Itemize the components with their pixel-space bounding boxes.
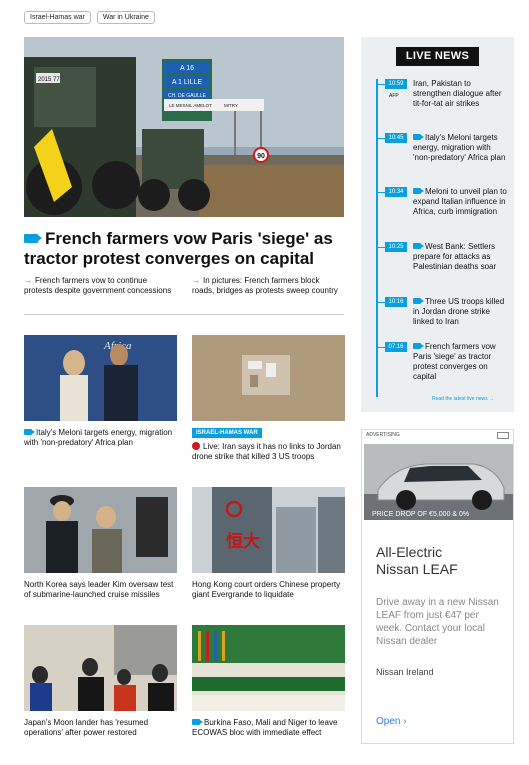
read-more-live-link[interactable]: Read the latest live news → <box>432 396 494 402</box>
sign-exit-mesnil: LE MESNIL AMELOT <box>169 103 212 108</box>
related-link-2[interactable]: → In pictures: French farmers block roads… <box>192 276 342 296</box>
tag-israel-hamas-war[interactable]: Israel-Hamas war <box>24 11 91 24</box>
video-icon <box>24 234 42 243</box>
story-caption[interactable]: Live: Iran says it has no links to Jorda… <box>192 442 345 462</box>
related-link-2-text: In pictures: French farmers block roads,… <box>192 276 338 295</box>
video-icon <box>413 134 424 140</box>
ad-open-button[interactable]: Open › <box>376 716 407 727</box>
advertisement[interactable]: ADVERTISING PRICE DROP OF €5,000 & 0% FI… <box>361 429 514 744</box>
arrow-right-icon: → <box>24 276 32 285</box>
live-news-panel: LIVE NEWS 10:59 AFP Iran, Pakistan to st… <box>361 37 514 412</box>
live-news-heading[interactable]: LIVE NEWS <box>396 47 479 66</box>
live-news-time: 07:16 <box>385 342 407 352</box>
story-caption[interactable]: Japan's Moon lander has 'resumed operati… <box>24 718 177 738</box>
evergrande-logo-text: 恒大 <box>226 531 260 552</box>
live-news-text[interactable]: Iran, Pakistan to strengthen dialogue af… <box>413 79 508 109</box>
story-card-moon-lander[interactable]: Japan's Moon lander has 'resumed operati… <box>24 625 177 738</box>
video-icon <box>24 429 35 435</box>
sign-cdg: CH. DE GAULLE <box>168 93 207 99</box>
sign-lille: A 1 LILLE <box>172 79 203 86</box>
live-news-text-label: Italy's Meloni targets energy, migration… <box>413 133 506 162</box>
timeline-connector <box>377 347 385 348</box>
live-news-text[interactable]: French farmers vow Paris 'siege' as trac… <box>413 342 508 382</box>
timeline-connector <box>377 84 385 85</box>
live-news-text-label: West Bank: Settlers prepare for attacks … <box>413 242 497 271</box>
desert-base-photo <box>192 335 345 421</box>
meloni-photo: Africa <box>24 335 177 421</box>
story-card-ecowas[interactable]: Burkina Faso, Mali and Niger to leave EC… <box>192 625 345 738</box>
ad-advertiser: Nissan Ireland <box>376 667 434 677</box>
story-caption-text: Live: Iran says it has no links to Jorda… <box>192 442 341 461</box>
live-news-text-label: Meloni to unveil plan to expand Italian … <box>413 187 507 216</box>
story-caption[interactable]: North Korea says leader Kim oversaw test… <box>24 580 177 600</box>
timeline-connector <box>377 138 385 139</box>
tag-war-in-ukraine[interactable]: War in Ukraine <box>96 11 155 24</box>
story-image[interactable]: Africa <box>24 335 177 421</box>
story-image[interactable]: 恒大 <box>192 487 345 573</box>
story-image[interactable] <box>24 625 177 711</box>
hero-image[interactable]: A 16 A 1 LILLE CH. DE GAULLE LE MESNIL A… <box>24 37 344 217</box>
timeline-line <box>376 79 378 397</box>
jaxa-press-photo <box>24 625 177 711</box>
live-news-text[interactable]: Italy's Meloni targets energy, migration… <box>413 133 508 163</box>
live-news-text[interactable]: Meloni to unveil plan to expand Italian … <box>413 187 508 217</box>
video-icon <box>413 343 424 349</box>
story-image[interactable] <box>192 335 345 421</box>
evergrande-building-photo: 恒大 <box>192 487 345 573</box>
timeline-connector <box>377 192 385 193</box>
live-news-text[interactable]: West Bank: Settlers prepare for attacks … <box>413 242 508 272</box>
speed-sign-text: 90 <box>257 153 265 160</box>
story-image[interactable] <box>192 625 345 711</box>
sign-exit-mitry: MITRY <box>224 103 238 108</box>
story-caption-text: Italy's Meloni targets energy, migration… <box>24 428 173 447</box>
live-news-text-label: Three US troops killed in Jordan drone s… <box>413 297 505 326</box>
ecowas-summit-photo <box>192 625 345 711</box>
story-card-north-korea[interactable]: North Korea says leader Kim oversaw test… <box>24 487 177 600</box>
timeline-connector <box>377 302 385 303</box>
story-card-meloni[interactable]: Africa Italy's Meloni targets energy, mi… <box>24 335 177 448</box>
live-news-time: 10:34 <box>385 187 407 197</box>
live-news-time: 10:25 <box>385 242 407 252</box>
video-icon <box>192 719 203 725</box>
tractor-plate: 2015 77 <box>38 77 60 83</box>
live-news-time: 10:16 <box>385 297 407 307</box>
ad-choices-icon[interactable] <box>497 432 509 439</box>
video-icon <box>413 298 424 304</box>
live-news-text[interactable]: Three US troops killed in Jordan drone s… <box>413 297 508 327</box>
video-icon <box>413 243 424 249</box>
sign-a16: A 16 <box>180 65 194 72</box>
live-news-time: 10:59 <box>385 79 407 89</box>
nissan-leaf-car-photo <box>364 444 513 520</box>
story-card-evergrande[interactable]: 恒大 Hong Kong court orders Chinese proper… <box>192 487 345 600</box>
live-news-text-label: French farmers vow Paris 'siege' as trac… <box>413 342 496 381</box>
timeline-connector <box>377 247 385 248</box>
ad-label: ADVERTISING <box>366 432 400 438</box>
live-news-time: 10:45 <box>385 133 407 143</box>
ad-body: Drive away in a new Nissan LEAF from jus… <box>376 597 499 647</box>
arrow-right-icon: → <box>192 276 200 285</box>
live-news-source: AFP <box>389 93 399 99</box>
ad-image[interactable]: PRICE DROP OF €5,000 & 0% FINANCE <box>364 444 513 520</box>
related-link-1-text: French farmers vow to continue protests … <box>24 276 172 295</box>
story-card-iran[interactable]: ISRAEL-HAMAS WAR Live: Iran says it has … <box>192 335 345 462</box>
video-icon <box>413 188 424 194</box>
tractor-protest-photo: A 16 A 1 LILLE CH. DE GAULLE LE MESNIL A… <box>24 37 344 217</box>
story-caption-text: Burkina Faso, Mali and Niger to leave EC… <box>192 718 338 737</box>
topic-tags: Israel-Hamas war War in Ukraine <box>24 11 155 24</box>
ad-title[interactable]: All-Electric Nissan LEAF <box>376 544 476 578</box>
divider <box>24 314 344 315</box>
story-caption[interactable]: Burkina Faso, Mali and Niger to leave EC… <box>192 718 345 738</box>
category-badge[interactable]: ISRAEL-HAMAS WAR <box>192 428 262 438</box>
story-caption[interactable]: Italy's Meloni targets energy, migration… <box>24 428 177 448</box>
north-korea-photo <box>24 487 177 573</box>
chevron-right-icon: › <box>403 716 407 727</box>
related-link-1[interactable]: → French farmers vow to continue protests… <box>24 276 174 296</box>
ad-price-text: PRICE DROP OF €5,000 & 0% FINANCE <box>372 511 470 518</box>
story-caption[interactable]: Hong Kong court orders Chinese property … <box>192 580 345 600</box>
story-image[interactable] <box>24 487 177 573</box>
hero-headline[interactable]: French farmers vow Paris 'siege' as trac… <box>24 229 344 269</box>
ad-open-label: Open <box>376 716 401 727</box>
live-dot-icon <box>192 442 200 450</box>
hero-headline-text: French farmers vow Paris 'siege' as trac… <box>24 229 333 268</box>
